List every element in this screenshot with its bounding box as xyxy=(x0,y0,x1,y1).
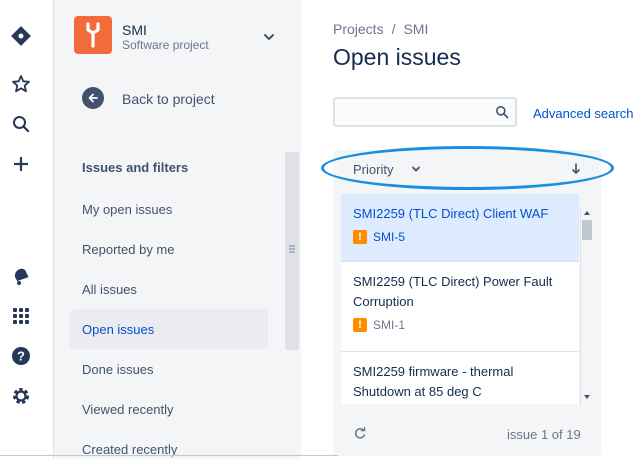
breadcrumb: Projects / SMI xyxy=(333,21,428,37)
list-item[interactable]: SMI2259 (TLC Direct) Client WAF ! SMI-5 xyxy=(341,194,579,262)
scroll-up-icon[interactable] xyxy=(583,210,591,216)
project-sidebar: SMI Software project Back to project Iss… xyxy=(54,0,301,459)
chevron-down-icon[interactable] xyxy=(411,164,421,174)
sidebar-item-reported-by-me[interactable]: Reported by me xyxy=(70,229,268,269)
chevron-down-icon[interactable] xyxy=(262,30,276,44)
breadcrumb-separator: / xyxy=(391,21,396,37)
sidebar-item-viewed-recently[interactable]: Viewed recently xyxy=(70,389,268,429)
search-icon xyxy=(496,106,509,119)
sidebar-item-my-open-issues[interactable]: My open issues xyxy=(70,189,268,229)
search-input[interactable] xyxy=(333,97,517,127)
wrench-icon xyxy=(86,22,100,48)
plus-icon[interactable] xyxy=(10,153,32,175)
back-to-project-link[interactable]: Back to project xyxy=(122,91,215,107)
settings-icon[interactable] xyxy=(10,385,32,407)
section-title: Issues and filters xyxy=(82,160,189,175)
refresh-icon[interactable] xyxy=(353,426,367,440)
project-avatar[interactable] xyxy=(74,16,112,54)
svg-text:?: ? xyxy=(17,349,25,364)
notification-icon[interactable] xyxy=(10,265,32,287)
issue-key: SMI-5 xyxy=(373,230,406,244)
issue-list-scrollbar[interactable] xyxy=(580,206,592,404)
main-content: Projects / SMI Open issues Advanced search… xyxy=(301,0,633,459)
star-icon[interactable] xyxy=(10,73,32,95)
page-title: Open issues xyxy=(333,44,461,70)
sidebar-item-open-issues[interactable]: Open issues xyxy=(70,309,268,349)
arrow-down-icon[interactable] xyxy=(570,162,582,176)
sidebar-item-done-issues[interactable]: Done issues xyxy=(70,349,268,389)
issue-list-panel: Priority SMI2259 (TLC Direct) Client WAF… xyxy=(321,146,614,456)
list-item[interactable]: SMI2259 firmware - thermal Shutdown at 8… xyxy=(341,352,579,404)
list-item[interactable]: SMI2259 (TLC Direct) Power Fault Corrupt… xyxy=(341,262,579,352)
issue-title: SMI2259 (TLC Direct) Client WAF xyxy=(353,206,549,221)
issue-key: SMI-1 xyxy=(373,318,406,332)
issue-title: SMI2259 (TLC Direct) Power Fault Corrupt… xyxy=(353,274,553,309)
back-arrow-icon[interactable] xyxy=(82,87,104,109)
project-type: Software project xyxy=(122,38,209,52)
sidebar-scrollbar[interactable] xyxy=(285,152,299,350)
help-icon[interactable]: ? xyxy=(10,345,32,367)
breadcrumb-smi[interactable]: SMI xyxy=(403,21,428,37)
sort-dropdown[interactable]: Priority xyxy=(353,162,393,177)
scroll-down-icon[interactable] xyxy=(583,394,591,400)
advanced-search-link[interactable]: Advanced search xyxy=(533,106,633,121)
app-switcher-icon[interactable] xyxy=(10,305,32,327)
pager-status: issue 1 of 19 xyxy=(507,427,581,442)
priority-icon: ! xyxy=(353,230,367,244)
jira-logo-icon[interactable] xyxy=(10,25,32,47)
issue-title: SMI2259 firmware - thermal Shutdown at 8… xyxy=(353,364,514,399)
divider xyxy=(0,455,338,456)
project-name[interactable]: SMI xyxy=(122,22,147,38)
scroll-thumb[interactable] xyxy=(582,220,592,240)
issue-list: SMI2259 (TLC Direct) Client WAF ! SMI-5 … xyxy=(341,194,579,404)
priority-icon: ! xyxy=(353,318,367,332)
grip-icon xyxy=(289,245,295,253)
sidebar-item-all-issues[interactable]: All issues xyxy=(70,269,268,309)
breadcrumb-projects[interactable]: Projects xyxy=(333,21,384,37)
search-icon[interactable] xyxy=(10,113,32,135)
global-nav: ? xyxy=(0,0,54,459)
